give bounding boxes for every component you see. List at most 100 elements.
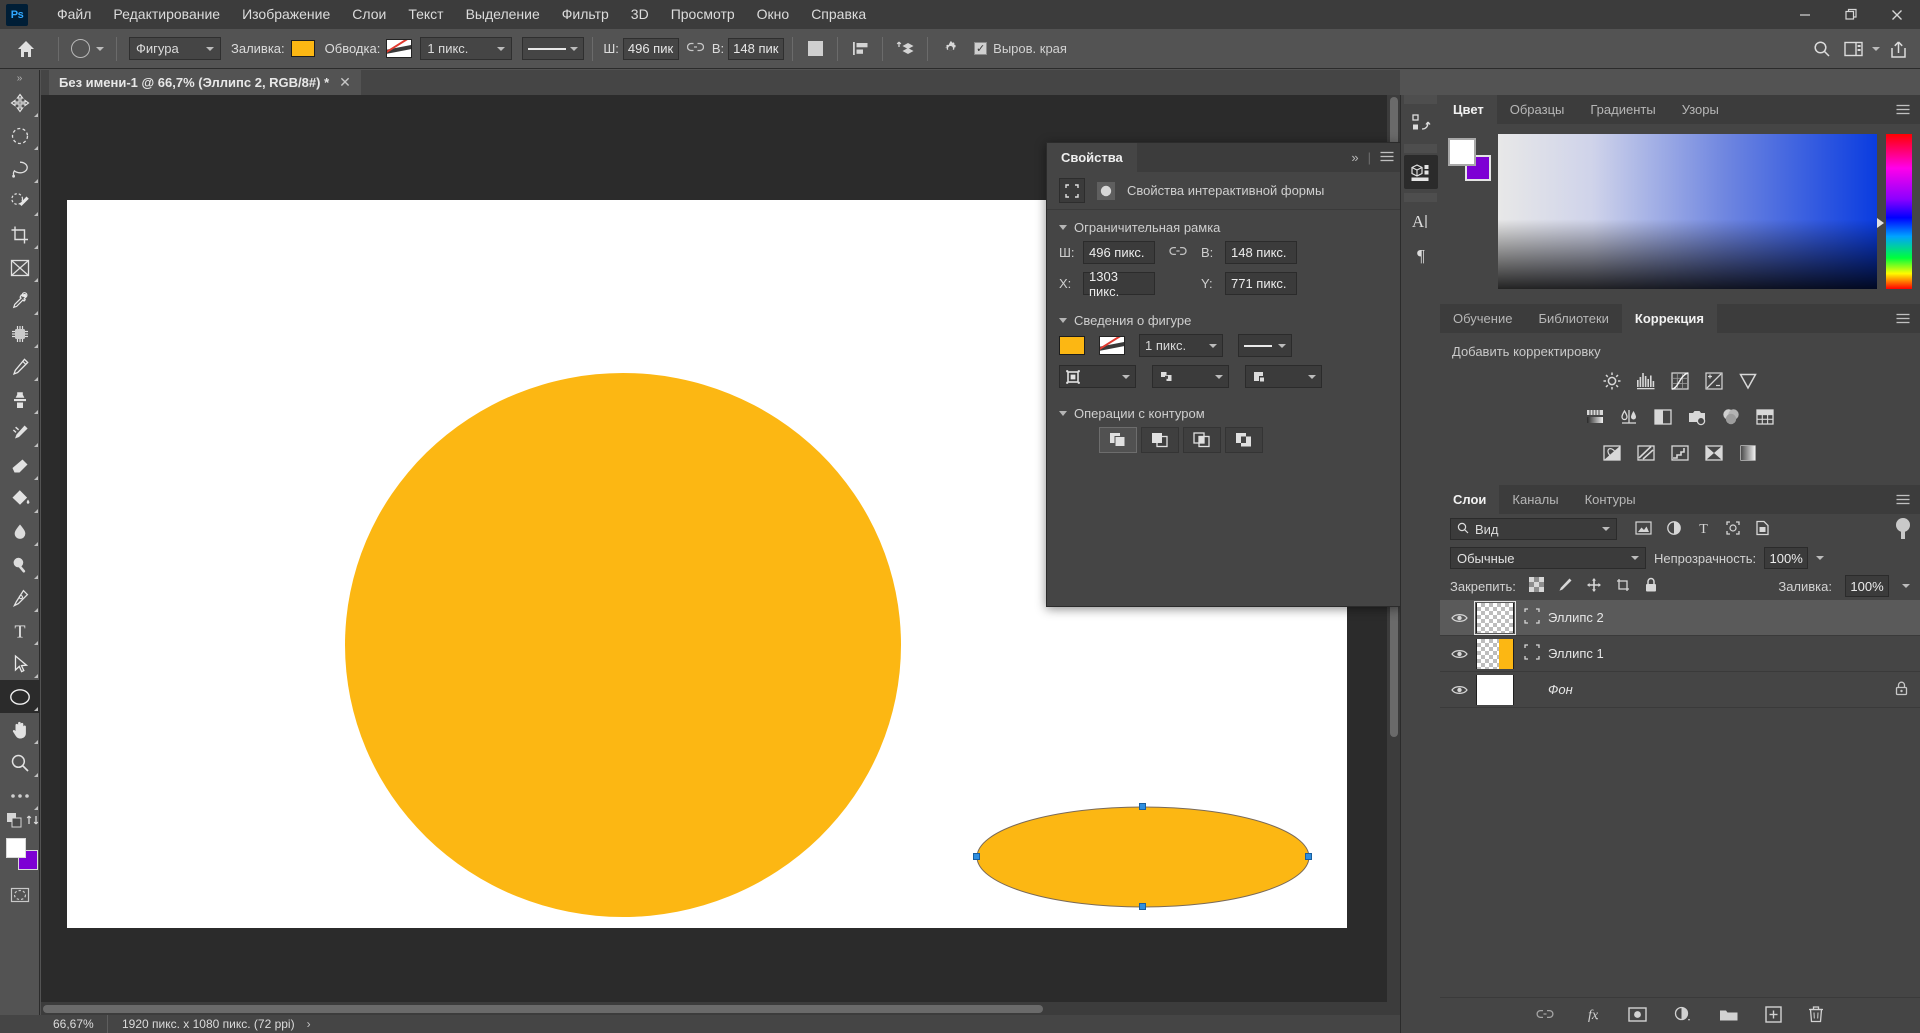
chevron-down-icon[interactable] xyxy=(1902,584,1910,588)
fill-input[interactable]: 100% xyxy=(1845,575,1889,597)
spot-healing-tool[interactable] xyxy=(0,317,40,350)
new-layer-icon[interactable] xyxy=(1765,1005,1782,1026)
menu-file[interactable]: Файл xyxy=(46,0,102,29)
quick-selection-tool[interactable] xyxy=(0,185,40,218)
menu-text[interactable]: Текст xyxy=(397,0,454,29)
selection-handle-bottom[interactable] xyxy=(1139,903,1146,910)
adjustment-filter-icon[interactable] xyxy=(1666,520,1682,539)
brightness-contrast-icon[interactable] xyxy=(1598,367,1626,395)
path-operations-icon[interactable] xyxy=(801,36,829,62)
dodge-tool[interactable] xyxy=(0,548,40,581)
hand-tool[interactable] xyxy=(0,713,40,746)
delete-layer-icon[interactable] xyxy=(1808,1005,1824,1026)
panel-menu-icon[interactable] xyxy=(1896,102,1910,118)
share-icon[interactable] xyxy=(1884,36,1912,62)
lock-all-icon[interactable] xyxy=(1644,577,1658,596)
gear-icon[interactable] xyxy=(936,36,964,62)
opacity-input[interactable]: 100% xyxy=(1764,547,1809,569)
selection-handle-right[interactable] xyxy=(1305,853,1312,860)
panel-menu-icon[interactable] xyxy=(1896,311,1910,327)
ellipse-shape-icon[interactable] xyxy=(1094,179,1118,203)
stroke-cap-select[interactable] xyxy=(1152,365,1229,388)
tab-paths[interactable]: Контуры xyxy=(1572,485,1649,514)
tab-layers[interactable]: Слои xyxy=(1440,485,1500,514)
layer-visibility-toggle[interactable] xyxy=(1442,684,1476,696)
path-selection-tool[interactable] xyxy=(0,647,40,680)
home-icon[interactable] xyxy=(16,29,36,69)
shape-mode-select[interactable]: Фигура xyxy=(129,37,221,60)
pixel-filter-icon[interactable] xyxy=(1635,520,1652,538)
subtract-front-shape-button[interactable] xyxy=(1141,427,1179,453)
stroke-align-select[interactable] xyxy=(1059,365,1136,388)
chevron-down-icon[interactable] xyxy=(1872,47,1880,51)
close-icon[interactable]: ✕ xyxy=(339,74,351,91)
quick-mask-icon[interactable] xyxy=(0,878,40,911)
lock-artboard-nesting-icon[interactable] xyxy=(1615,577,1631,596)
link-layers-icon[interactable] xyxy=(1536,1008,1554,1023)
combine-shapes-button[interactable] xyxy=(1099,427,1137,453)
smart-object-filter-icon[interactable] xyxy=(1755,520,1770,539)
canvas-horizontal-scrollbar[interactable] xyxy=(41,1002,1387,1015)
panel-menu-icon[interactable] xyxy=(1896,492,1910,508)
3d-panel-icon[interactable] xyxy=(1404,155,1438,189)
curves-icon[interactable] xyxy=(1666,367,1694,395)
document-tab[interactable]: Без имени-1 @ 66,7% (Эллипс 2, RGB/8#) *… xyxy=(49,70,361,95)
brush-tool[interactable] xyxy=(0,350,40,383)
layer-thumbnail[interactable] xyxy=(1476,638,1514,669)
intersect-shape-areas-button[interactable] xyxy=(1183,427,1221,453)
stroke-color-swatch[interactable] xyxy=(386,39,413,58)
no-stroke-icon[interactable] xyxy=(1099,336,1125,355)
exposure-icon[interactable] xyxy=(1700,367,1728,395)
height-input[interactable]: 148 пик xyxy=(728,37,785,60)
menu-view[interactable]: Просмотр xyxy=(660,0,746,29)
tool-preset-picker[interactable] xyxy=(67,39,108,58)
blend-mode-select[interactable]: Обычные xyxy=(1450,547,1646,569)
minimize-button[interactable] xyxy=(1782,0,1828,29)
clone-stamp-tool[interactable] xyxy=(0,383,40,416)
layer-thumbnail[interactable] xyxy=(1476,674,1514,705)
threshold-icon[interactable] xyxy=(1666,439,1694,467)
tab-properties[interactable]: Свойства xyxy=(1047,143,1137,172)
stroke-corner-select[interactable] xyxy=(1245,365,1322,388)
chevron-down-icon[interactable] xyxy=(1816,556,1825,560)
maximize-button[interactable] xyxy=(1828,0,1874,29)
link-icon[interactable] xyxy=(686,40,704,57)
layer-visibility-toggle[interactable] xyxy=(1442,648,1476,660)
tab-gradients[interactable]: Градиенты xyxy=(1577,95,1668,124)
edit-toolbar-icon[interactable] xyxy=(0,779,40,812)
zoom-level[interactable]: 66,67% xyxy=(41,1017,107,1031)
path-alignment-icon[interactable] xyxy=(846,36,874,62)
levels-icon[interactable] xyxy=(1632,367,1660,395)
section-appearance[interactable]: Сведения о фигуре xyxy=(1047,303,1402,334)
panel-menu-icon[interactable] xyxy=(1380,150,1394,165)
foreground-background-colors[interactable] xyxy=(0,836,40,878)
menu-edit[interactable]: Редактирование xyxy=(102,0,231,29)
add-layer-mask-icon[interactable] xyxy=(1628,1006,1647,1025)
workspace-icon[interactable] xyxy=(1840,36,1868,62)
color-balance-icon[interactable] xyxy=(1615,403,1643,431)
type-tool[interactable]: T xyxy=(0,614,40,647)
tab-color[interactable]: Цвет xyxy=(1440,95,1497,124)
invert-icon[interactable] xyxy=(1598,439,1626,467)
layer-thumbnail[interactable] xyxy=(1474,600,1516,635)
stroke-style-select[interactable] xyxy=(522,37,585,60)
swap-colors-icon[interactable] xyxy=(26,813,40,830)
hue-saturation-icon[interactable] xyxy=(1581,403,1609,431)
history-brush-tool[interactable] xyxy=(0,416,40,449)
hue-slider-handle[interactable] xyxy=(1877,218,1884,228)
color-field[interactable] xyxy=(1498,134,1877,289)
menu-select[interactable]: Выделение xyxy=(455,0,551,29)
vibrance-icon[interactable] xyxy=(1734,367,1762,395)
selection-handle-left[interactable] xyxy=(973,853,980,860)
foreground-color-swatch[interactable] xyxy=(6,838,26,858)
marquee-tool[interactable] xyxy=(0,119,40,152)
menu-image[interactable]: Изображение xyxy=(231,0,341,29)
stroke-width-select[interactable]: 1 пикс. xyxy=(1139,334,1223,357)
section-path-operations[interactable]: Операции с контуром xyxy=(1047,396,1402,427)
zoom-tool[interactable] xyxy=(0,746,40,779)
height-input[interactable]: 148 пикс. xyxy=(1225,241,1297,264)
photo-filter-icon[interactable] xyxy=(1683,403,1711,431)
paragraph-panel-icon[interactable]: ¶ xyxy=(1404,238,1438,272)
menu-filter[interactable]: Фильтр xyxy=(551,0,620,29)
selection-handle-top[interactable] xyxy=(1139,803,1146,810)
